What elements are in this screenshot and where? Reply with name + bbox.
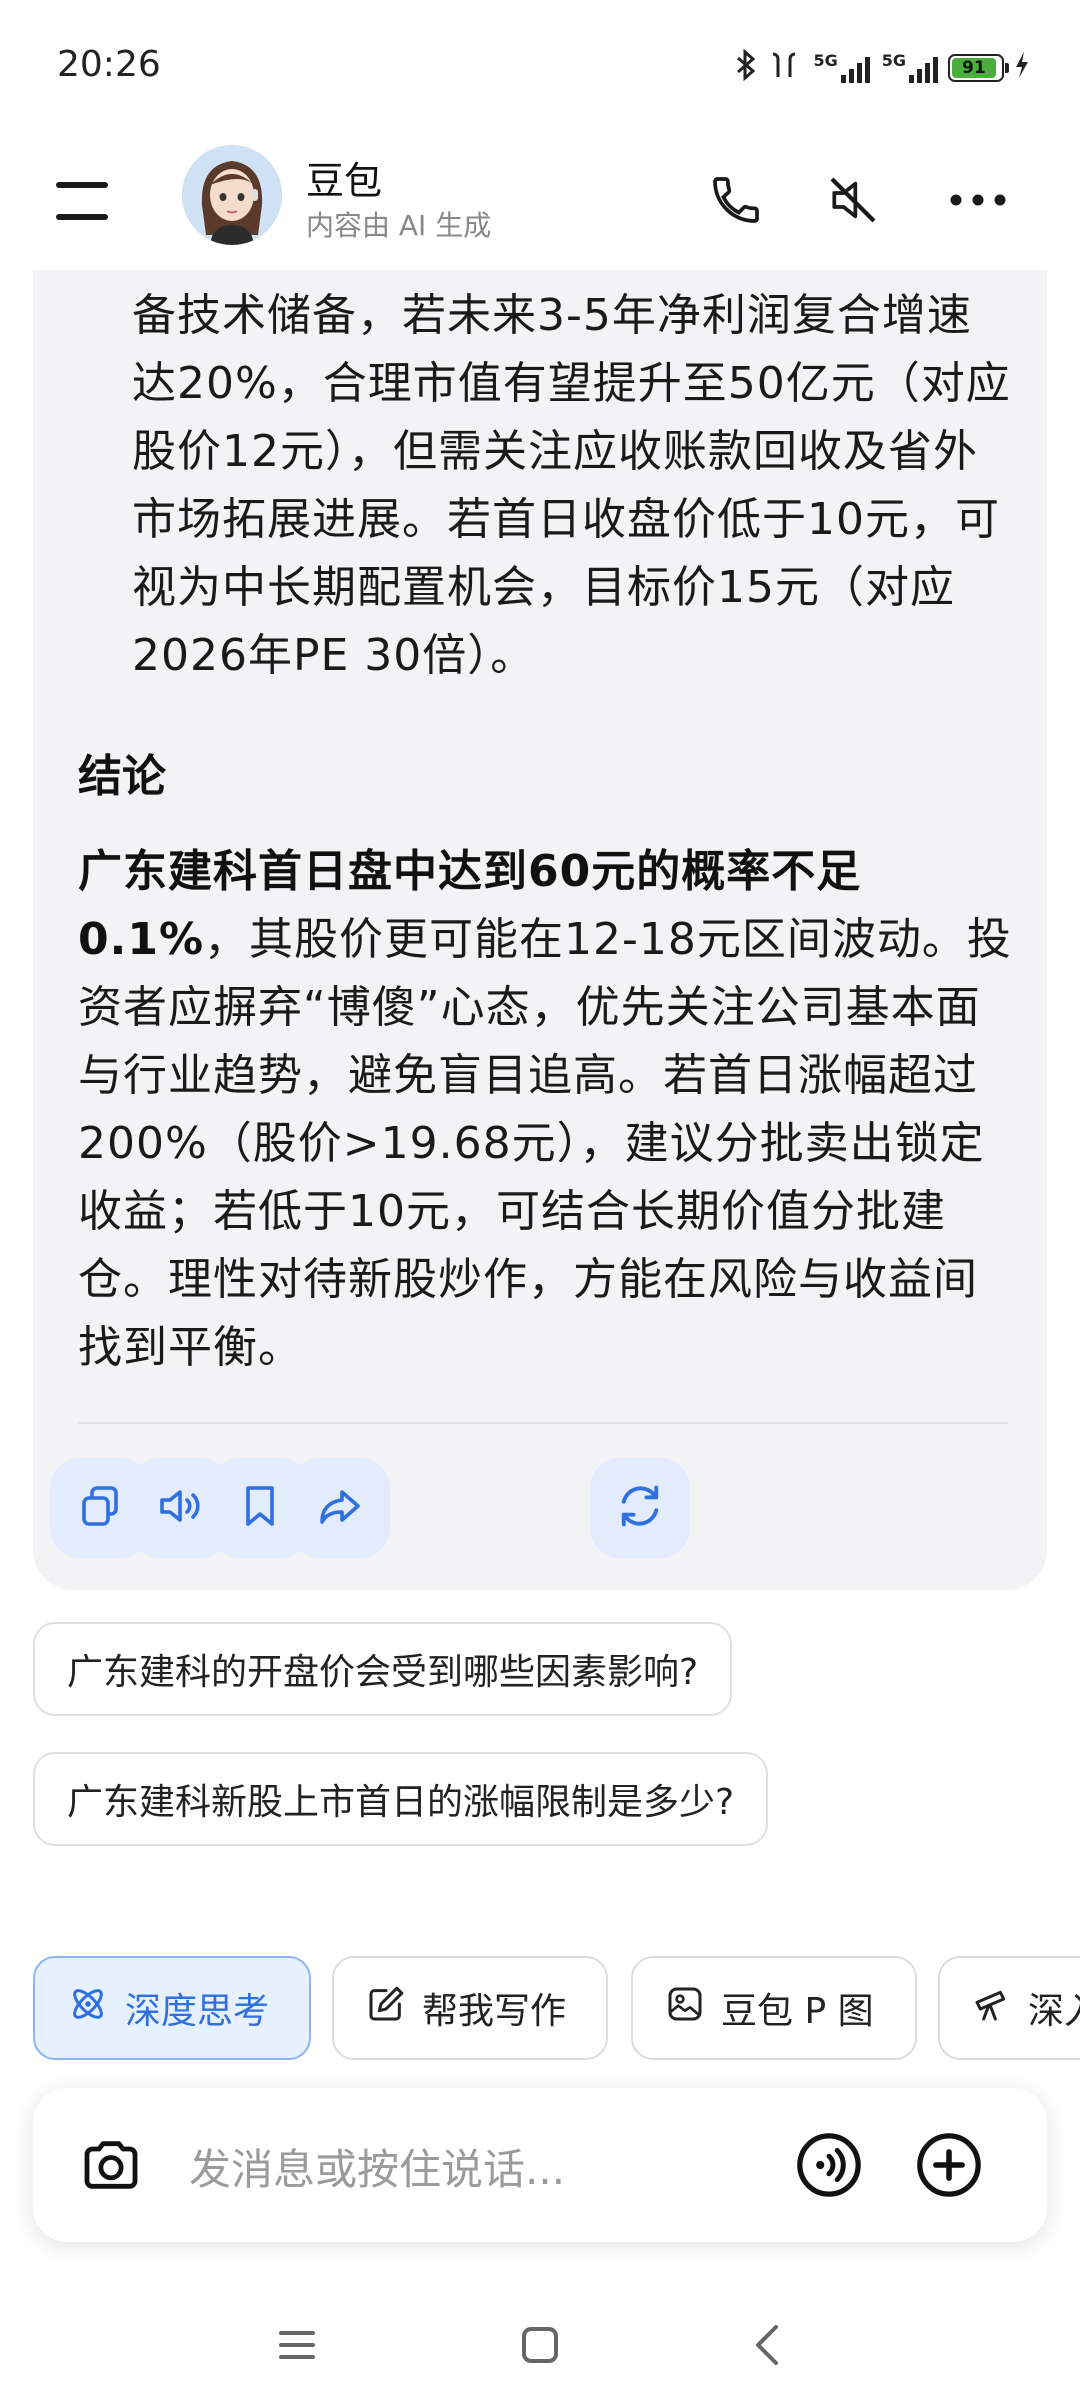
share-arrow-icon <box>316 1482 364 1534</box>
regenerate-button[interactable] <box>590 1458 690 1558</box>
bookmark-icon <box>236 1482 284 1534</box>
ai-generated-label: 内容由 AI 生成 <box>306 209 492 242</box>
writing-assist-button[interactable]: 帮我写作 <box>332 1956 608 2060</box>
charging-icon <box>1014 51 1030 86</box>
earbuds-icon <box>767 50 801 87</box>
atom-icon <box>67 1983 109 2034</box>
battery-level: 91 <box>962 58 986 78</box>
chat-header: 豆包 内容由 AI 生成 <box>0 130 1080 270</box>
edit-icon <box>366 1984 406 2033</box>
conclusion-body: ，其股价更可能在12-18元区间波动。投资者应摒弃“博傻”心态，优先关注公司基本… <box>78 914 1012 1373</box>
home-icon[interactable] <box>505 2310 575 2380</box>
voice-call-icon[interactable] <box>789 2125 869 2205</box>
bluetooth-icon <box>735 48 757 88</box>
divider <box>78 1422 1008 1424</box>
conclusion-heading: 结论 <box>78 751 166 802</box>
answer-card: 备技术储备，若未来3-5年净利润复合增速达20%，合理市值有望提升至50亿元（对… <box>33 270 1047 1590</box>
deep-thinking-label: 深度思考 <box>125 1991 270 2032</box>
image-edit-icon <box>665 1984 705 2033</box>
deep-thinking-button[interactable]: 深度思考 <box>33 1956 311 2060</box>
answer-paragraph: 备技术储备，若未来3-5年净利润复合增速达20%，合理市值有望提升至50亿元（对… <box>132 290 1011 681</box>
image-edit-button[interactable]: 豆包 P 图 <box>631 1956 917 2060</box>
writing-assist-label: 帮我写作 <box>422 1991 567 2032</box>
share-button[interactable] <box>290 1458 390 1558</box>
recent-apps-icon[interactable] <box>262 2310 332 2380</box>
more-options-icon[interactable] <box>938 160 1018 240</box>
menu-icon[interactable] <box>52 174 112 226</box>
status-time: 20:26 <box>57 44 161 85</box>
suggested-question[interactable]: 广东建科新股上市首日的涨幅限制是多少? <box>33 1752 769 1846</box>
status-icons: 5G 5G 91 <box>735 46 1030 90</box>
avatar[interactable] <box>182 145 282 245</box>
back-icon[interactable] <box>732 2310 802 2380</box>
mute-speaker-icon[interactable] <box>813 160 893 240</box>
plus-icon[interactable] <box>909 2125 989 2205</box>
refresh-icon <box>614 1480 666 1536</box>
copy-icon <box>76 1482 124 1534</box>
system-nav-bar <box>0 2290 1080 2400</box>
deep-research-label: 深入 <box>1028 1991 1080 2032</box>
conclusion-paragraph: 广东建科首日盘中达到60元的概率不足0.1%，其股价更可能在12-18元区间波动… <box>78 838 1013 1382</box>
message-input[interactable]: 发消息或按住说话... <box>189 2136 565 2197</box>
message-input-bar: 发消息或按住说话... <box>33 2088 1047 2242</box>
battery-icon: 91 <box>948 54 1009 82</box>
telescope-icon <box>972 1984 1012 2033</box>
signal-2-icon: 5G <box>882 53 938 83</box>
signal-1-icon: 5G <box>813 53 870 83</box>
suggested-question[interactable]: 广东建科的开盘价会受到哪些因素影响? <box>33 1622 733 1716</box>
bot-name: 豆包 <box>306 159 383 203</box>
phone-call-icon[interactable] <box>696 160 776 240</box>
image-edit-label: 豆包 P 图 <box>721 1991 874 2032</box>
deep-research-button[interactable]: 深入 <box>938 1956 1080 2060</box>
speaker-icon <box>156 1482 204 1534</box>
camera-icon[interactable] <box>71 2125 151 2205</box>
status-bar: 20:26 5G 5G 91 <box>0 0 1080 130</box>
